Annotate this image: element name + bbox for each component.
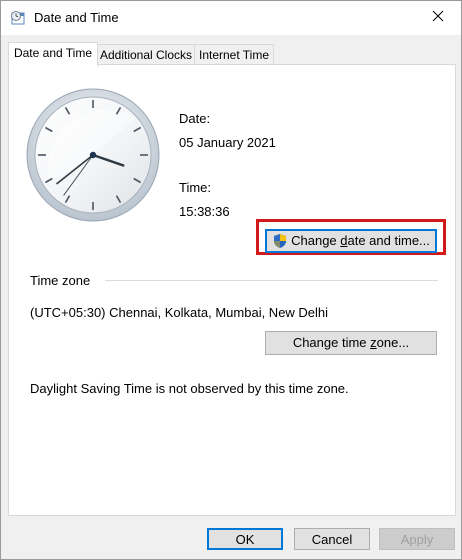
close-button[interactable] [415, 1, 461, 35]
label-part: ate and time... [347, 233, 430, 248]
time-label: Time: [179, 180, 212, 195]
change-time-zone-button[interactable]: Change time zone... [265, 331, 437, 355]
tab-additional-clocks[interactable]: Additional Clocks [97, 44, 195, 65]
change-date-and-time-button[interactable]: Change date and time... [265, 229, 437, 253]
date-label: Date: [179, 111, 211, 126]
time-zone-heading: Time zone [30, 273, 91, 288]
clock-calendar-icon [10, 10, 26, 26]
label-part: Change [291, 233, 341, 248]
date-and-time-panel: Date: 05 January 2021 Time: 15:38:36 Cha… [8, 64, 456, 516]
date-value: 05 January 2021 [179, 135, 276, 150]
ok-button[interactable]: OK [207, 528, 283, 550]
label-access-key: d [340, 233, 348, 248]
dst-note: Daylight Saving Time is not observed by … [30, 381, 349, 396]
tab-internet-time[interactable]: Internet Time [194, 44, 274, 65]
time-value: 15:38:36 [179, 204, 230, 219]
analog-clock [26, 88, 160, 222]
date-and-time-dialog: Date and Time Date and Time Additional C… [0, 0, 462, 560]
label-part: one... [376, 335, 410, 350]
label-part: Change time [292, 335, 371, 350]
time-zone-value: (UTC+05:30) Chennai, Kolkata, Mumbai, Ne… [30, 305, 329, 320]
close-icon [432, 9, 444, 27]
tab-label: Date and Time [13, 46, 93, 60]
title-bar[interactable]: Date and Time [1, 1, 461, 35]
tab-date-and-time[interactable]: Date and Time [8, 42, 98, 66]
uac-shield-icon [272, 233, 288, 249]
section-divider [105, 280, 438, 281]
change-date-and-time-label: Change date and time... [291, 230, 430, 252]
tab-label: Additional Clocks [99, 48, 193, 62]
cancel-button[interactable]: Cancel [294, 528, 370, 550]
tab-label: Internet Time [198, 48, 270, 62]
apply-button[interactable]: Apply [379, 528, 455, 550]
window-title: Date and Time [34, 10, 119, 25]
